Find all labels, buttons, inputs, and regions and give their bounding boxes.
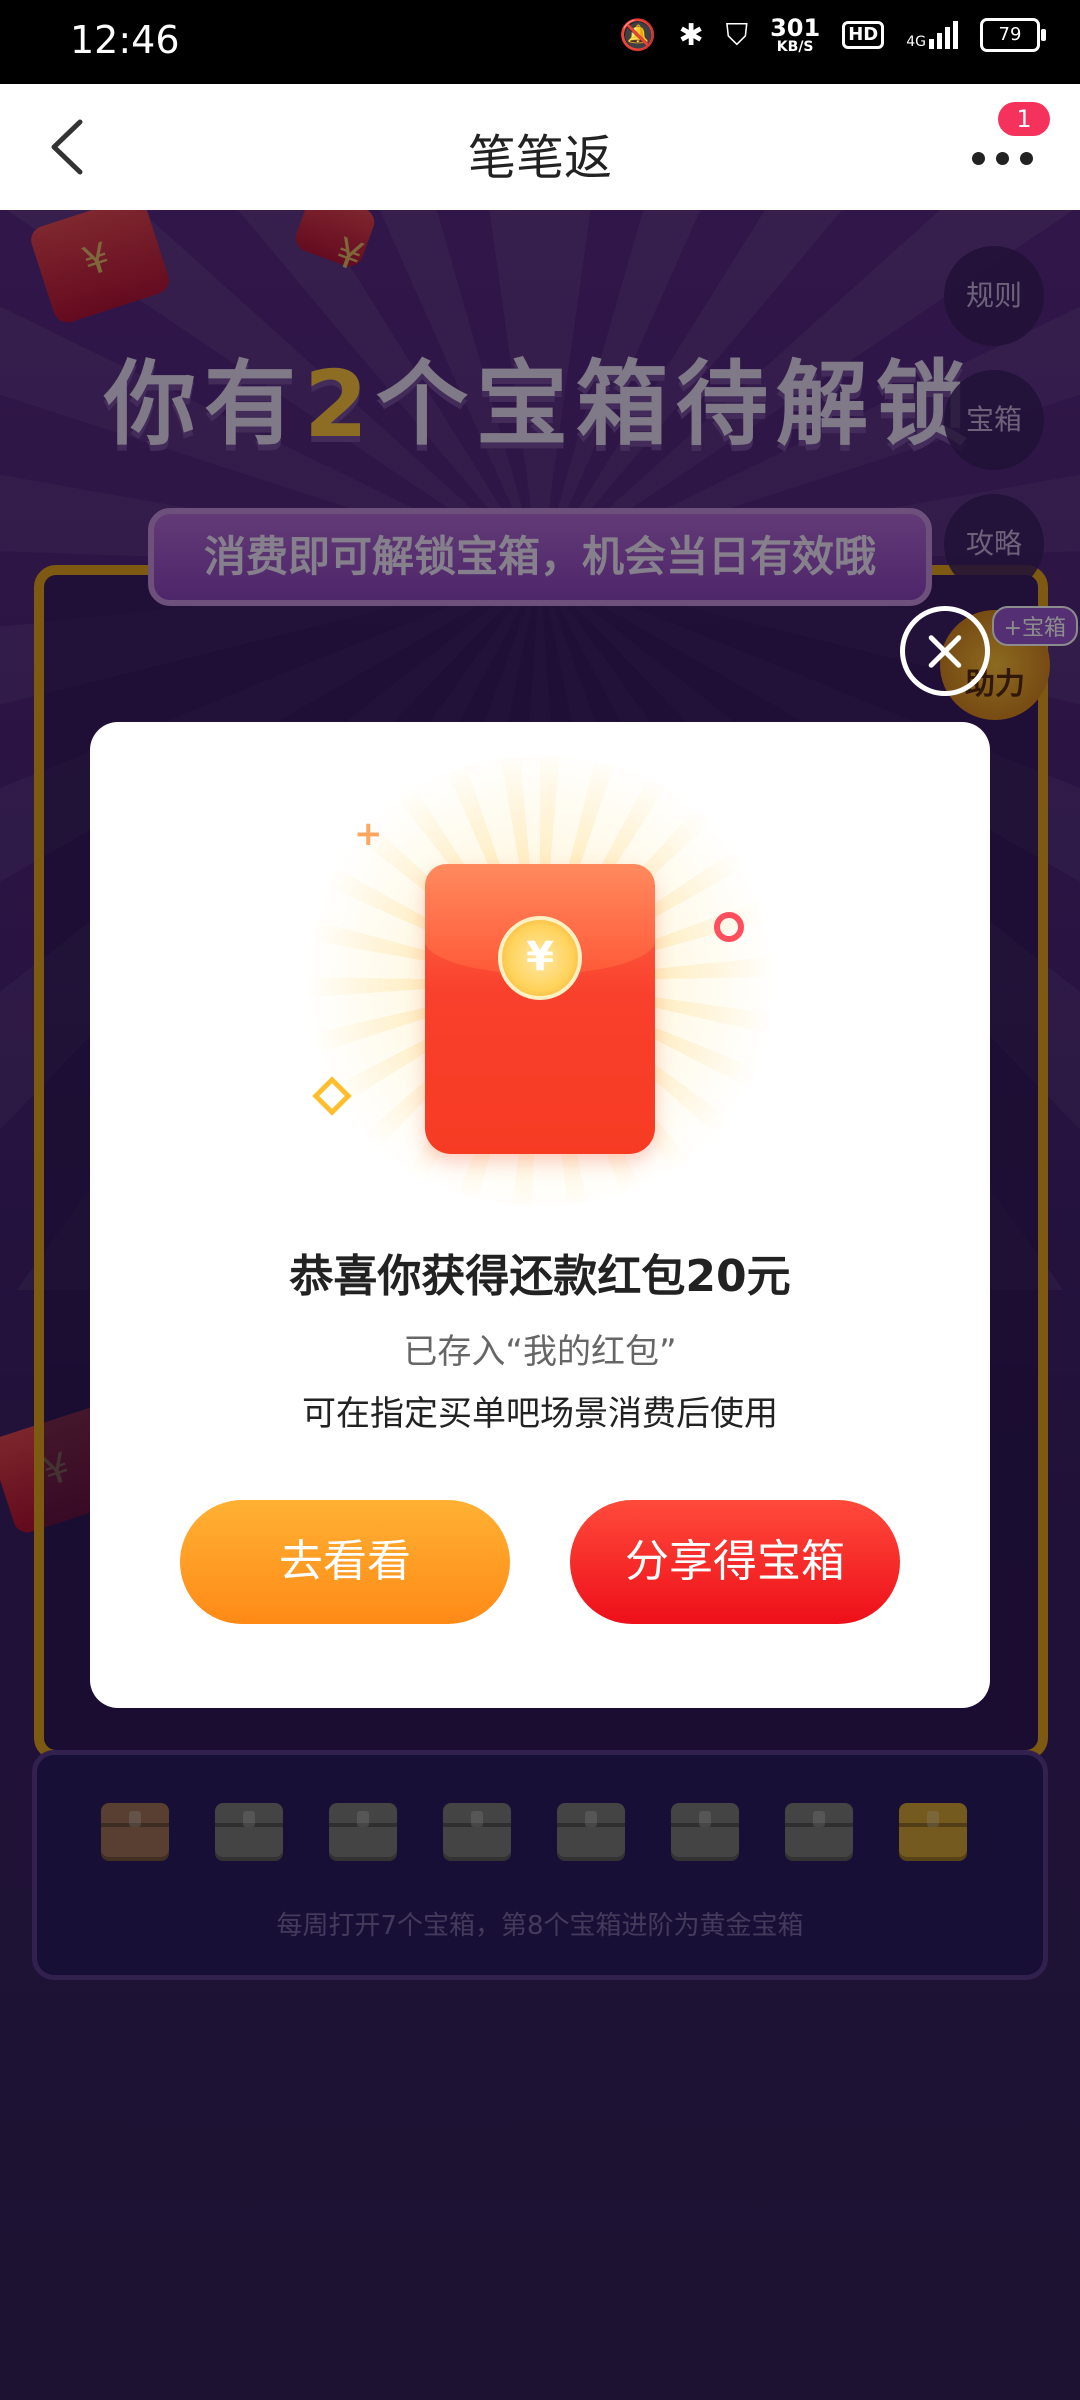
network-speed: 301 KB/S [770,14,821,55]
notification-badge: 1 [998,102,1050,136]
sparkle-icon: + [354,814,383,854]
share-button[interactable]: 分享得宝箱 [570,1500,900,1624]
mute-icon: 🔕 [619,17,657,53]
bluetooth-icon: ✱ [678,17,704,53]
nav-bar: 笔笔返 1 [0,84,1080,211]
hd-icon: HD [842,21,885,49]
view-button[interactable]: 去看看 [180,1500,510,1624]
dialog-subtitle: 已存入“我的红包” [403,1332,677,1372]
signal-icon: 4G [906,21,958,49]
page-title: 笔笔返 [467,130,612,186]
coin-icon: ¥ [498,916,582,1000]
more-icon-dot [1020,152,1033,165]
dialog-title: 恭喜你获得还款红包20元 [289,1251,791,1302]
reward-dialog: + ¥ 恭喜你获得还款红包20元 已存入“我的红包” 可在指定买单吧场景消费后使… [90,722,990,1708]
status-icons: 🔕 ✱ ⛉ 301 KB/S HD 4G 79 [619,14,1046,55]
shield-icon: ⛉ [725,17,749,53]
sparkle-ring-icon [714,912,744,942]
battery-icon: 79 [980,18,1046,52]
more-icon-dot [996,152,1009,165]
close-button[interactable] [900,606,990,696]
status-bar: 12:46 🔕 ✱ ⛉ 301 KB/S HD 4G 79 [0,0,1080,84]
status-time: 12:46 [70,18,180,62]
more-icon [972,152,985,165]
dialog-description: 可在指定买单吧场景消费后使用 [302,1394,778,1434]
red-packet-icon: ¥ [425,864,655,1154]
